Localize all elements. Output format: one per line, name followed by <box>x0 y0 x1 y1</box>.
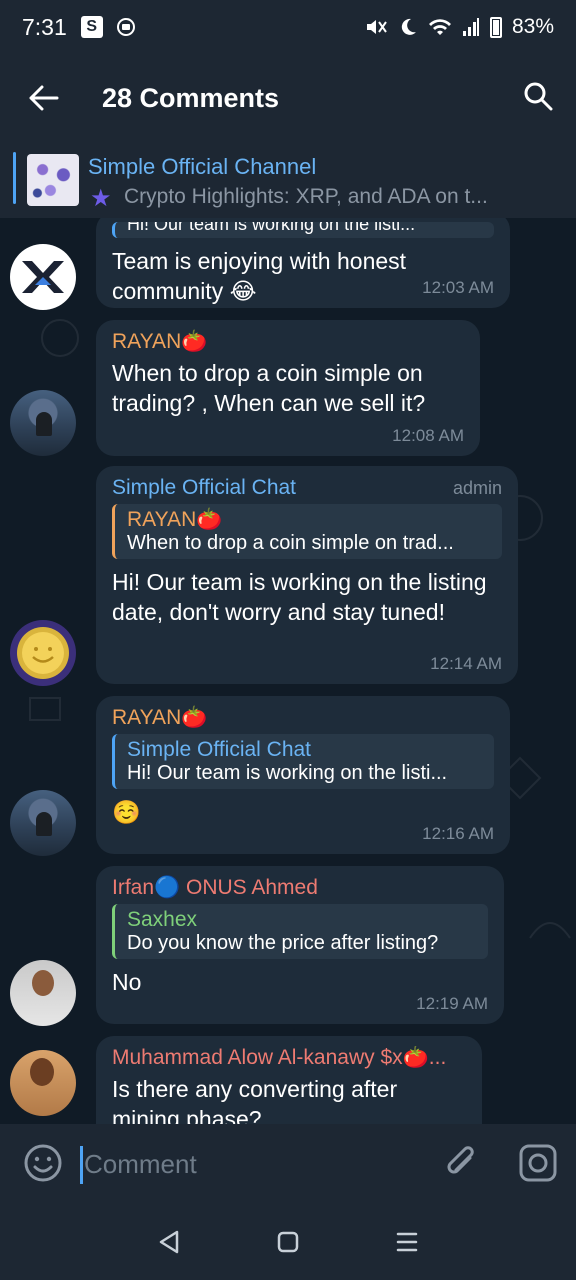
sender-name[interactable]: RAYAN🍅 <box>112 706 494 730</box>
avatar[interactable] <box>10 960 76 1026</box>
pinned-message[interactable]: Simple Official Channel ★ Crypto Highlig… <box>0 142 576 218</box>
sender-name[interactable]: RAYAN🍅 <box>112 330 464 354</box>
status-bar: 7:31 S 83% <box>0 0 576 54</box>
message-bubble[interactable]: RAYAN🍅 When to drop a coin simple on tra… <box>96 320 480 456</box>
mute-icon <box>366 20 387 34</box>
search-button[interactable] <box>516 74 560 118</box>
screen-record-icon <box>116 18 135 36</box>
message-text: ☺️ <box>112 799 141 825</box>
admin-badge: admin <box>452 478 502 498</box>
nav-back-icon <box>160 1230 179 1254</box>
search-icon <box>524 82 553 111</box>
emoji-button[interactable] <box>22 1142 64 1184</box>
battery-icon <box>489 16 502 38</box>
message-text: Team is enjoying with honest community 😂 <box>112 248 407 304</box>
header: 28 Comments <box>0 54 576 142</box>
message-text: No <box>112 969 142 995</box>
back-button[interactable] <box>0 54 88 142</box>
sender-name[interactable]: Irfan🔵 ONUS Ahmed <box>112 876 488 900</box>
comment-input[interactable] <box>84 1142 414 1186</box>
reply-name: Simple Official Chat <box>127 738 312 761</box>
text-caret <box>80 1146 83 1184</box>
pinned-text: Crypto Highlights: XRP, and ADA on t... <box>124 185 488 208</box>
sender-name[interactable]: Simple Official Chat <box>112 476 502 500</box>
nav-back-button[interactable] <box>149 1222 189 1262</box>
avatar[interactable] <box>10 1050 76 1116</box>
message-time: 12:08 AM <box>392 426 464 445</box>
avatar[interactable] <box>10 244 76 310</box>
message-time: 12:19 AM <box>416 994 488 1013</box>
emoji-icon <box>24 1144 62 1182</box>
message-bubble[interactable]: Irfan🔵 ONUS Ahmed Saxhex Do you know the… <box>96 866 504 1024</box>
reply-text: Hi! Our team is working on the listi... <box>127 762 448 784</box>
nav-home-button[interactable] <box>268 1222 308 1262</box>
star-icon: ★ <box>90 185 112 212</box>
attach-button[interactable] <box>440 1142 482 1184</box>
reply-text: Do you know the price after listing? <box>127 932 439 954</box>
message-text: Hi! Our team is working on the listing d… <box>112 569 487 625</box>
avatar[interactable] <box>10 790 76 856</box>
pinned-title: Simple Official Channel <box>88 154 317 179</box>
reply-text: When to drop a coin simple on trad... <box>127 532 454 554</box>
message-bubble[interactable]: RAYAN🍅 Simple Official Chat Hi! Our team… <box>96 696 510 854</box>
camera-button[interactable] <box>517 1142 559 1184</box>
message-time: 12:14 AM <box>430 654 502 673</box>
reply-quote[interactable]: RAYAN🍅 When to drop a coin simple on tra… <box>112 504 502 559</box>
avatar[interactable] <box>10 390 76 456</box>
message-time: 12:16 AM <box>422 824 494 843</box>
signal-icon <box>462 18 479 36</box>
pinned-indicator <box>13 152 16 204</box>
comment-input-bar <box>0 1124 576 1204</box>
chat-area[interactable]: Hi! Our team is working on the listi... … <box>0 218 576 1124</box>
message-time: 12:03 AM <box>422 278 494 297</box>
camera-icon <box>519 1144 557 1182</box>
reply-quote[interactable]: Saxhex Do you know the price after listi… <box>112 904 488 959</box>
sender-name[interactable]: Muhammad Alow Al-kanawy $x🍅... <box>112 1046 466 1070</box>
message-text: Is there any converting after mining pha… <box>112 1076 398 1124</box>
battery-percent: 83% <box>511 15 554 38</box>
message-bubble[interactable]: Simple Official Chat admin RAYAN🍅 When t… <box>96 466 518 684</box>
reply-text: Hi! Our team is working on the listi... <box>127 222 416 234</box>
reply-name: RAYAN🍅 <box>127 508 223 531</box>
x-logo-icon <box>22 261 64 293</box>
avatar[interactable] <box>10 620 76 686</box>
nav-menu-icon <box>396 1232 417 1252</box>
page-title: 28 Comments <box>102 82 280 113</box>
nav-home-icon <box>277 1231 299 1253</box>
pinned-thumbnail <box>27 154 79 206</box>
smiley-coin-icon <box>17 627 69 679</box>
status-time: 7:31 <box>22 13 67 40</box>
wifi-icon <box>428 19 451 35</box>
system-nav-bar <box>0 1204 576 1280</box>
message-text: When to drop a coin simple on trading? ,… <box>112 360 426 416</box>
dnd-moon-icon <box>401 18 416 35</box>
message-bubble[interactable]: Hi! Our team is working on the listi... … <box>96 218 510 308</box>
paperclip-icon <box>447 1146 474 1174</box>
reply-quote[interactable]: Hi! Our team is working on the listi... <box>112 222 494 238</box>
back-arrow-icon <box>29 85 59 111</box>
reply-name: Saxhex <box>127 908 198 931</box>
message-bubble[interactable]: Muhammad Alow Al-kanawy $x🍅... Is there … <box>96 1036 482 1124</box>
nav-menu-button[interactable] <box>387 1222 427 1262</box>
reply-quote[interactable]: Simple Official Chat Hi! Our team is wor… <box>112 734 494 789</box>
s-app-icon: S <box>80 16 103 38</box>
